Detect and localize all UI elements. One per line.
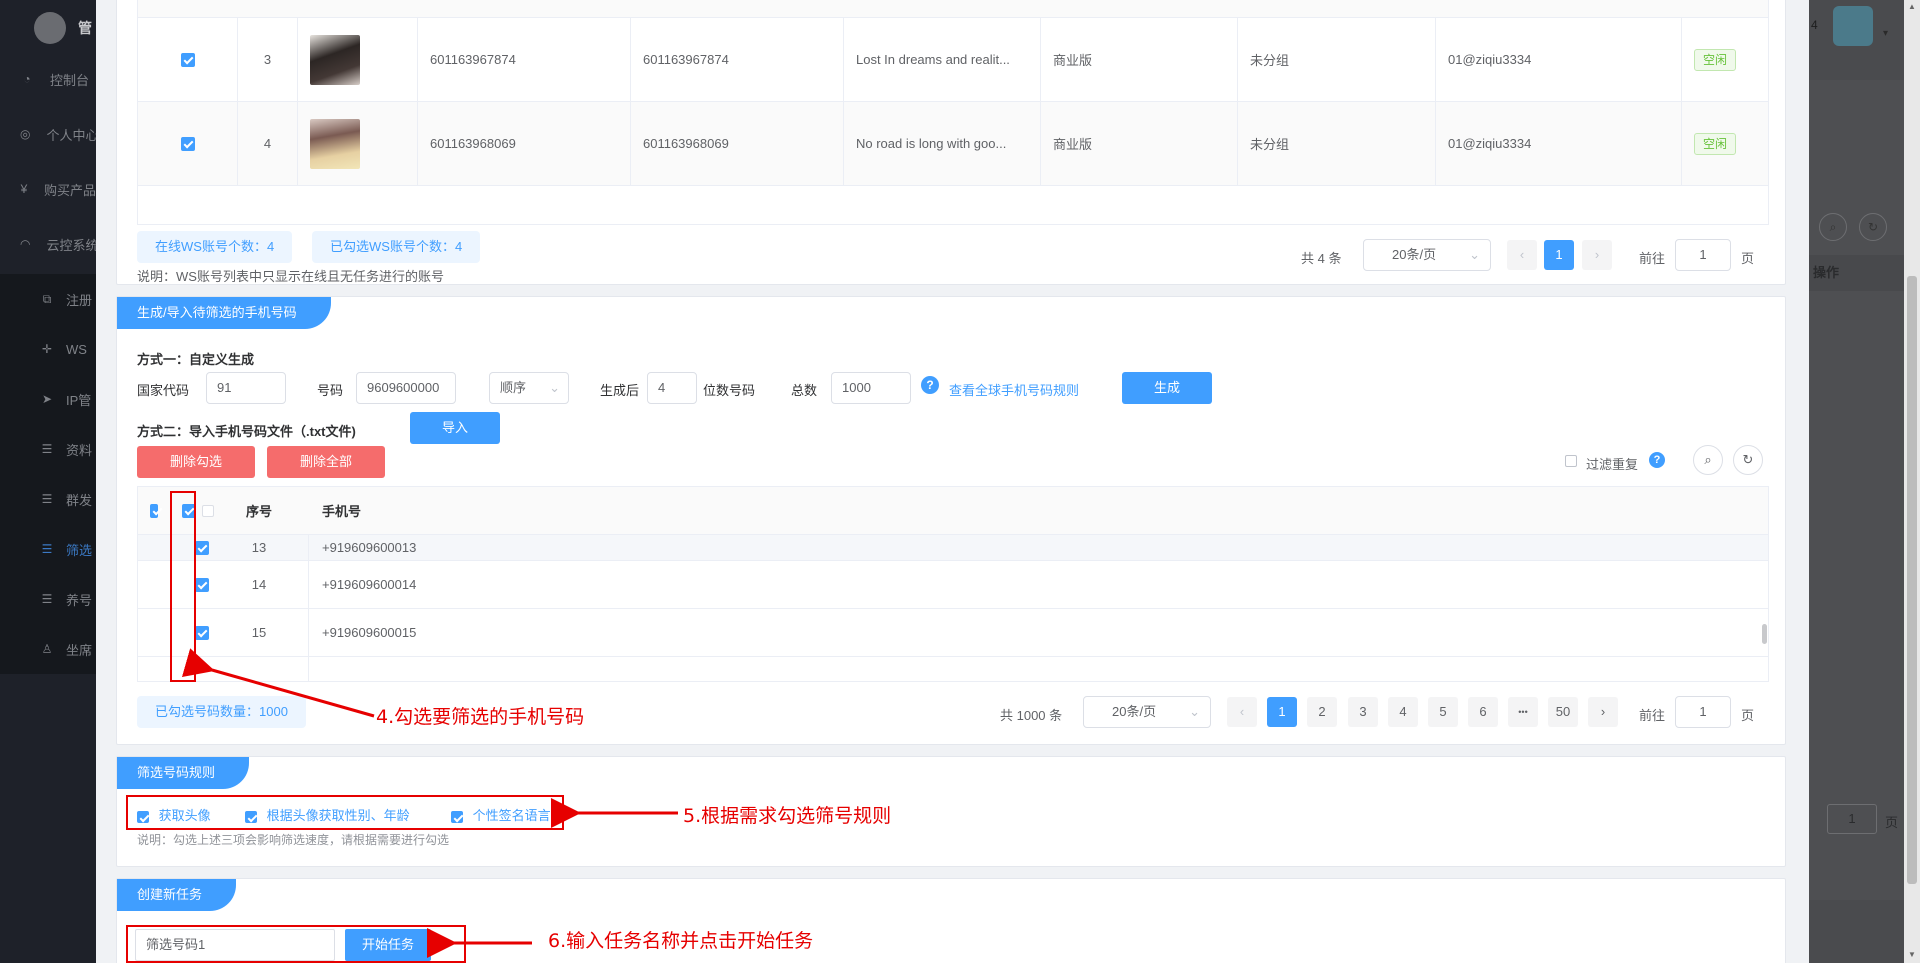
page-scrollbar[interactable]: ▲ ▼: [1904, 0, 1920, 963]
sidebar-item[interactable]: ⧉ 注册: [0, 274, 96, 324]
annotation-arrows: [181, 648, 678, 958]
menu-icon: ☰: [41, 442, 53, 456]
sidebar-item[interactable]: ♙ 坐席: [0, 624, 96, 674]
sidebar-item-label: 筛选: [66, 542, 93, 558]
sidebar-item[interactable]: ¥ 购买产品: [0, 164, 96, 214]
arrow-step4: [181, 648, 375, 718]
person-icon: ♙: [41, 642, 53, 656]
sidebar-item-label: 个人中心: [46, 127, 96, 143]
background-panel: [1809, 80, 1909, 900]
sidebar-item[interactable]: ☰ 资料: [0, 424, 96, 474]
sidebar-item-label: 养号: [66, 592, 93, 608]
header-count: 4: [1811, 18, 1818, 32]
annotation-step5: 5.根据需求勾选筛号规则: [683, 805, 892, 827]
sidebar-item[interactable]: ✛ WS: [0, 324, 96, 374]
sidebar-item-label: 注册: [66, 292, 93, 308]
sidebar-item-label: 购买产品: [43, 182, 96, 198]
scroll-down-icon[interactable]: ▼: [1908, 950, 1916, 959]
menu-icon: ☰: [41, 592, 53, 606]
sidebar-item-label: 群发: [66, 492, 93, 508]
headset-icon: ◠: [20, 237, 31, 251]
scrollbar-thumb[interactable]: [1907, 276, 1917, 884]
sidebar-item[interactable]: ☰ 群发: [0, 474, 96, 524]
sidebar-item-label: WS: [66, 341, 87, 357]
annotation-step6: 6.输入任务名称并点击开始任务: [548, 930, 814, 952]
user-center-icon: ◎: [20, 127, 31, 141]
background-pager-input: 1: [1827, 804, 1877, 834]
menu-icon: ☰: [41, 542, 53, 556]
sidebar-item[interactable]: ◎ 个人中心: [0, 109, 96, 159]
refresh-icon: ↻: [1859, 213, 1887, 241]
app-brand: 管: [78, 20, 92, 36]
external-link-icon: ⧉: [42, 291, 52, 306]
filter-task-dialog: 3 601163967874 601163967874 Lost In drea…: [96, 0, 1809, 963]
background-sidebar: 管 ◔ 控制台 ◎ 个人中心 ¥ 购买产品 ◠ 云控系统 ⧉ 注册 ✛ WS ➤ IP管 ☰ 资料 ☰ 群发 ☰ 筛选…: [0, 0, 96, 963]
user-avatar[interactable]: [1833, 6, 1873, 46]
menu-icon: ☰: [41, 492, 53, 506]
sidebar-item-label: 云控系统: [46, 237, 96, 253]
sidebar-item-label: IP管: [66, 392, 92, 408]
sidebar-item-label: 坐席: [66, 642, 93, 658]
send-icon: ➤: [41, 392, 53, 406]
sidebar-item[interactable]: ☰ 筛选: [0, 524, 96, 574]
move-icon: ✛: [41, 342, 53, 356]
annotation-step4: 4.勾选要筛选的手机号码: [376, 706, 585, 728]
search-icon: ⌕: [1819, 213, 1847, 241]
background-header: 4 ▾: [1809, 0, 1909, 56]
sidebar-item[interactable]: ☰ 养号: [0, 574, 96, 624]
sidebar-item-label: 资料: [66, 442, 93, 458]
sidebar-item[interactable]: ◠ 云控系统: [0, 219, 96, 269]
sidebar-item[interactable]: ➤ IP管: [0, 374, 96, 424]
app-logo-icon: [34, 12, 66, 44]
scroll-up-icon[interactable]: ▲: [1908, 2, 1916, 11]
operation-column-header: 操作: [1813, 265, 1840, 280]
dashboard-icon: ◔: [23, 72, 31, 86]
background-content-right: 4 ▾ ⌕ ↻ 操作 1 页: [1809, 0, 1909, 963]
yen-icon: ¥: [20, 182, 28, 196]
caret-down-icon[interactable]: ▾: [1883, 28, 1888, 39]
sidebar-item[interactable]: ◔ 控制台: [0, 54, 96, 104]
background-pager-unit: 页: [1885, 815, 1899, 830]
sidebar-item-label: 控制台: [50, 72, 90, 88]
